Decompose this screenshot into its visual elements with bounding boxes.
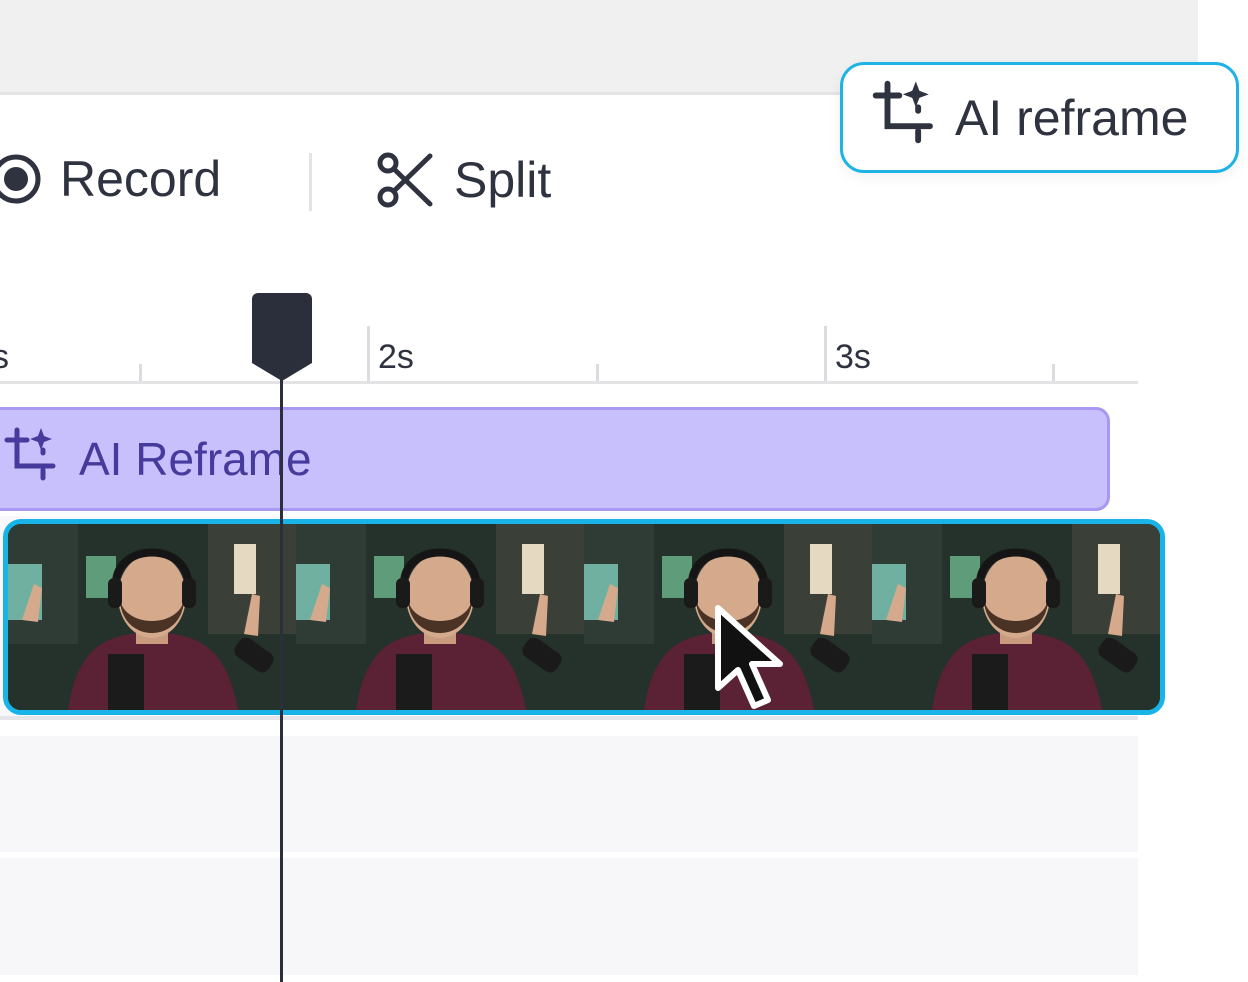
ruler-tick [367, 326, 370, 384]
video-thumbnail [8, 524, 296, 710]
split-button[interactable]: Split [376, 150, 551, 210]
ruler-baseline [0, 381, 1138, 384]
record-button[interactable]: Record [0, 150, 221, 208]
record-icon [0, 153, 42, 205]
ruler-label-2s: 2s [378, 338, 414, 376]
ruler-tick [824, 326, 827, 384]
ruler-label-3s: 3s [835, 338, 871, 376]
ai-reframe-button[interactable]: AI reframe [840, 62, 1239, 173]
playhead-handle[interactable] [252, 293, 312, 388]
empty-track [0, 736, 1138, 852]
crop-sparkle-icon [3, 426, 59, 493]
video-clip[interactable] [3, 519, 1165, 715]
split-label: Split [454, 152, 552, 208]
video-thumbnail [872, 524, 1160, 710]
playhead-line [280, 370, 283, 982]
ruler-label-1s: s [0, 338, 9, 376]
ai-reframe-clip-label: AI Reframe [79, 433, 312, 485]
mouse-pointer-icon [712, 602, 792, 719]
timeline-ruler[interactable]: s 2s 3s [0, 290, 1138, 384]
video-thumbnail [296, 524, 584, 710]
ai-reframe-button-label: AI reframe [955, 89, 1189, 146]
crop-sparkle-icon [871, 79, 937, 157]
empty-track [0, 858, 1138, 975]
track-divider [0, 716, 1138, 720]
ai-reframe-clip[interactable]: AI Reframe [0, 407, 1110, 511]
toolbar-divider [309, 153, 312, 211]
record-label: Record [60, 151, 222, 207]
scissors-icon [376, 150, 436, 210]
